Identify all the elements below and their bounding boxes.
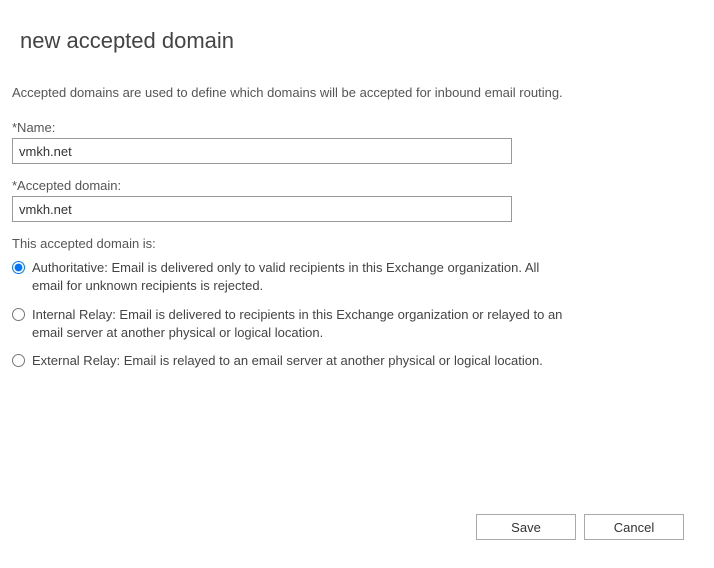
radio-item-authoritative[interactable]: Authoritative: Email is delivered only t… (12, 259, 572, 295)
radio-internal-relay[interactable] (12, 308, 25, 321)
radio-external-relay[interactable] (12, 354, 25, 367)
accepted-domain-label: *Accepted domain: (12, 178, 702, 193)
radio-external-relay-label: External Relay: Email is relayed to an e… (32, 352, 543, 370)
name-input[interactable] (12, 138, 512, 164)
description-text: Accepted domains are used to define whic… (12, 84, 572, 102)
radio-internal-relay-label: Internal Relay: Email is delivered to re… (32, 306, 572, 342)
accepted-domain-input[interactable] (12, 196, 512, 222)
radio-item-external-relay[interactable]: External Relay: Email is relayed to an e… (12, 352, 572, 370)
domain-type-radio-group: Authoritative: Email is delivered only t… (12, 259, 572, 370)
button-bar: Save Cancel (476, 514, 684, 540)
cancel-button[interactable]: Cancel (584, 514, 684, 540)
radio-authoritative-label: Authoritative: Email is delivered only t… (32, 259, 572, 295)
name-label: *Name: (12, 120, 702, 135)
radio-authoritative[interactable] (12, 261, 25, 274)
form-content: Accepted domains are used to define whic… (0, 54, 714, 370)
page-title: new accepted domain (0, 0, 714, 54)
radio-item-internal-relay[interactable]: Internal Relay: Email is delivered to re… (12, 306, 572, 342)
save-button[interactable]: Save (476, 514, 576, 540)
radio-section-heading: This accepted domain is: (12, 236, 702, 251)
